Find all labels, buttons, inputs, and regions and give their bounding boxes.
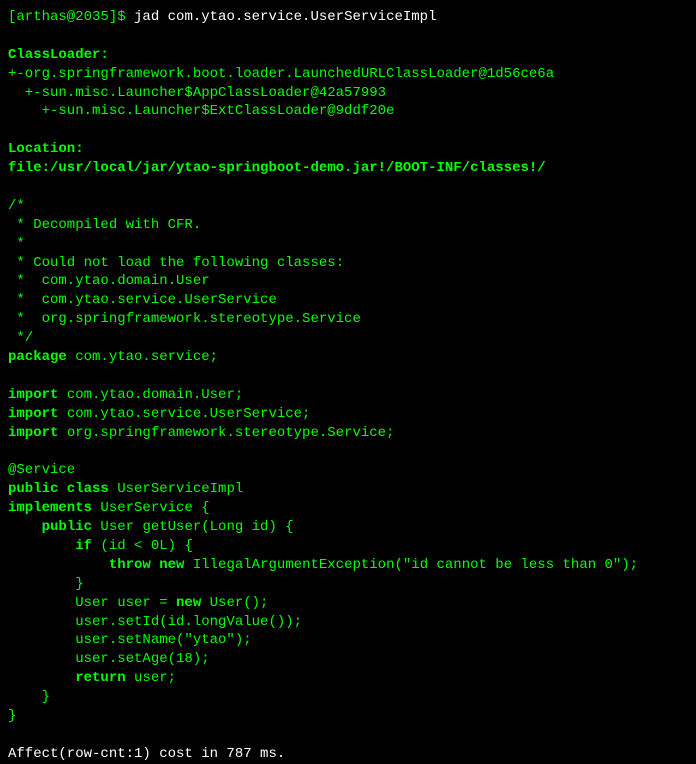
comment-line: */ (8, 329, 688, 348)
classloader-header: ClassLoader: (8, 46, 688, 65)
return-line: return user; (8, 669, 688, 688)
affect-footer: Affect(row-cnt:1) cost in 787 ms. (8, 745, 688, 764)
throw-line: throw new IllegalArgumentException("id c… (8, 556, 688, 575)
class-decl-line: public class UserServiceImpl (8, 480, 688, 499)
prompt-line[interactable]: [arthas@2035]$ jad com.ytao.service.User… (8, 8, 688, 27)
package-line: package com.ytao.service; (8, 348, 688, 367)
stmt-line: user.setId(id.longValue()); (8, 613, 688, 632)
close-brace: } (8, 707, 688, 726)
command-text: jad com.ytao.service.UserServiceImpl (134, 9, 436, 25)
location-header: Location: (8, 140, 688, 159)
comment-line: * (8, 235, 688, 254)
location-path: file:/usr/local/jar/ytao-springboot-demo… (8, 159, 688, 178)
classloader-line: +-sun.misc.Launcher$ExtClassLoader@9ddf2… (8, 102, 688, 121)
import-line: import com.ytao.domain.User; (8, 386, 688, 405)
annotation-line: @Service (8, 461, 688, 480)
var-decl-line: User user = new User(); (8, 594, 688, 613)
comment-line: * Decompiled with CFR. (8, 216, 688, 235)
close-brace: } (8, 688, 688, 707)
comment-line: * com.ytao.domain.User (8, 272, 688, 291)
method-decl-line: public User getUser(Long id) { (8, 518, 688, 537)
classloader-line: +-org.springframework.boot.loader.Launch… (8, 65, 688, 84)
comment-line: /* (8, 197, 688, 216)
stmt-line: user.setName("ytao"); (8, 631, 688, 650)
comment-line: * com.ytao.service.UserService (8, 291, 688, 310)
comment-line: * org.springframework.stereotype.Service (8, 310, 688, 329)
comment-line: * Could not load the following classes: (8, 254, 688, 273)
stmt-line: user.setAge(18); (8, 650, 688, 669)
shell-prompt: [arthas@2035]$ (8, 9, 134, 25)
classloader-line: +-sun.misc.Launcher$AppClassLoader@42a57… (8, 84, 688, 103)
close-brace: } (8, 575, 688, 594)
if-line: if (id < 0L) { (8, 537, 688, 556)
import-line: import com.ytao.service.UserService; (8, 405, 688, 424)
implements-line: implements UserService { (8, 499, 688, 518)
import-line: import org.springframework.stereotype.Se… (8, 424, 688, 443)
